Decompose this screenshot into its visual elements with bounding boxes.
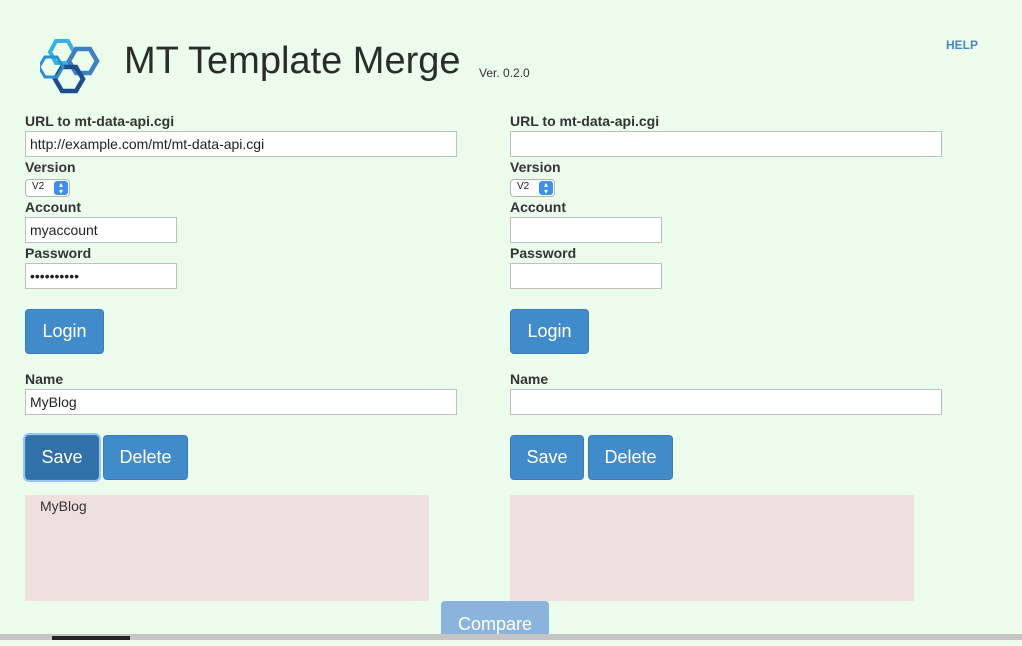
account-label-right: Account	[510, 199, 566, 215]
url-label-right: URL to mt-data-api.cgi	[510, 113, 660, 129]
template-list-left[interactable]: MyBlog	[25, 495, 429, 601]
name-input-right[interactable]	[510, 389, 942, 415]
password-input-right[interactable]	[510, 263, 662, 289]
dock-item	[52, 636, 130, 640]
version-value-right: V2	[517, 181, 530, 192]
url-input-left[interactable]	[25, 131, 457, 157]
app-title: MT Template Merge	[124, 40, 461, 82]
chevron-updown-icon: ▴ ▾	[54, 181, 68, 196]
account-label-left: Account	[25, 199, 81, 215]
version-label-right: Version	[510, 159, 561, 175]
save-button-left[interactable]: Save	[25, 435, 99, 480]
name-label-right: Name	[510, 371, 549, 387]
url-input-right[interactable]	[510, 131, 942, 157]
logo-icon	[40, 39, 100, 94]
version-select-left[interactable]: V2 ▴ ▾	[25, 179, 70, 197]
save-button-right[interactable]: Save	[510, 435, 584, 480]
account-input-left[interactable]	[25, 217, 177, 243]
delete-button-right[interactable]: Delete	[588, 435, 673, 480]
window-bottom-edge	[0, 634, 1022, 640]
name-input-left[interactable]	[25, 389, 457, 415]
password-input-left[interactable]	[25, 263, 177, 289]
account-input-right[interactable]	[510, 217, 662, 243]
chevron-updown-icon: ▴ ▾	[539, 181, 553, 196]
password-label-right: Password	[510, 245, 577, 261]
help-link[interactable]: HELP	[946, 38, 978, 52]
password-label-left: Password	[25, 245, 92, 261]
name-label-left: Name	[25, 371, 64, 387]
url-label-left: URL to mt-data-api.cgi	[25, 113, 175, 129]
list-item[interactable]: MyBlog	[40, 497, 414, 515]
login-button-right[interactable]: Login	[510, 309, 589, 354]
template-list-right[interactable]	[510, 495, 914, 601]
version-label: Ver. 0.2.0	[479, 66, 530, 80]
login-button-left[interactable]: Login	[25, 309, 104, 354]
delete-button-left[interactable]: Delete	[103, 435, 188, 480]
version-select-right[interactable]: V2 ▴ ▾	[510, 179, 555, 197]
version-value-left: V2	[32, 181, 45, 192]
version-label-left: Version	[25, 159, 76, 175]
